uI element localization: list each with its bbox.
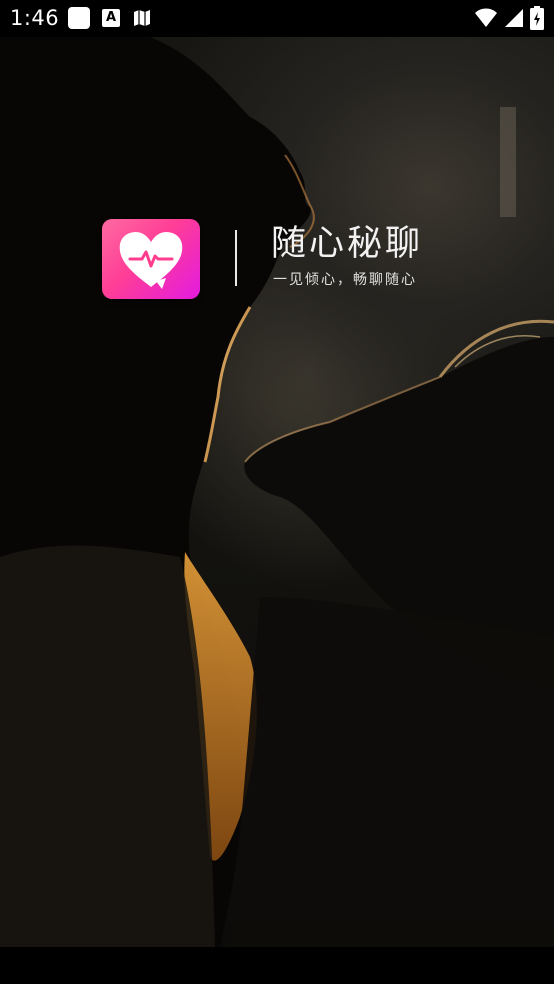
notification-a-icon: A — [102, 9, 120, 27]
wifi-icon — [475, 8, 497, 27]
status-time: 1:46 — [10, 6, 60, 30]
status-system-icons — [474, 6, 544, 30]
battery-icon — [530, 6, 544, 30]
splash-screen: 1:46 A 随心秘聊 一见倾心，畅聊随心 — [0, 0, 554, 984]
notification-map-icon — [134, 10, 150, 26]
app-slogan: 一见倾心，畅聊随心 — [273, 272, 417, 288]
notification-square-icon — [68, 7, 90, 29]
app-logo — [102, 219, 200, 299]
status-bar: 1:46 A — [0, 0, 554, 37]
brand-divider — [235, 230, 237, 286]
background-silhouettes — [0, 37, 554, 947]
heart-pulse-icon — [119, 232, 183, 289]
background-photo — [0, 37, 554, 947]
status-notification-icons: A — [68, 7, 152, 29]
cellular-signal-icon — [505, 9, 523, 27]
app-name: 随心秘聊 — [271, 224, 424, 264]
navigation-bar-area — [0, 947, 554, 984]
